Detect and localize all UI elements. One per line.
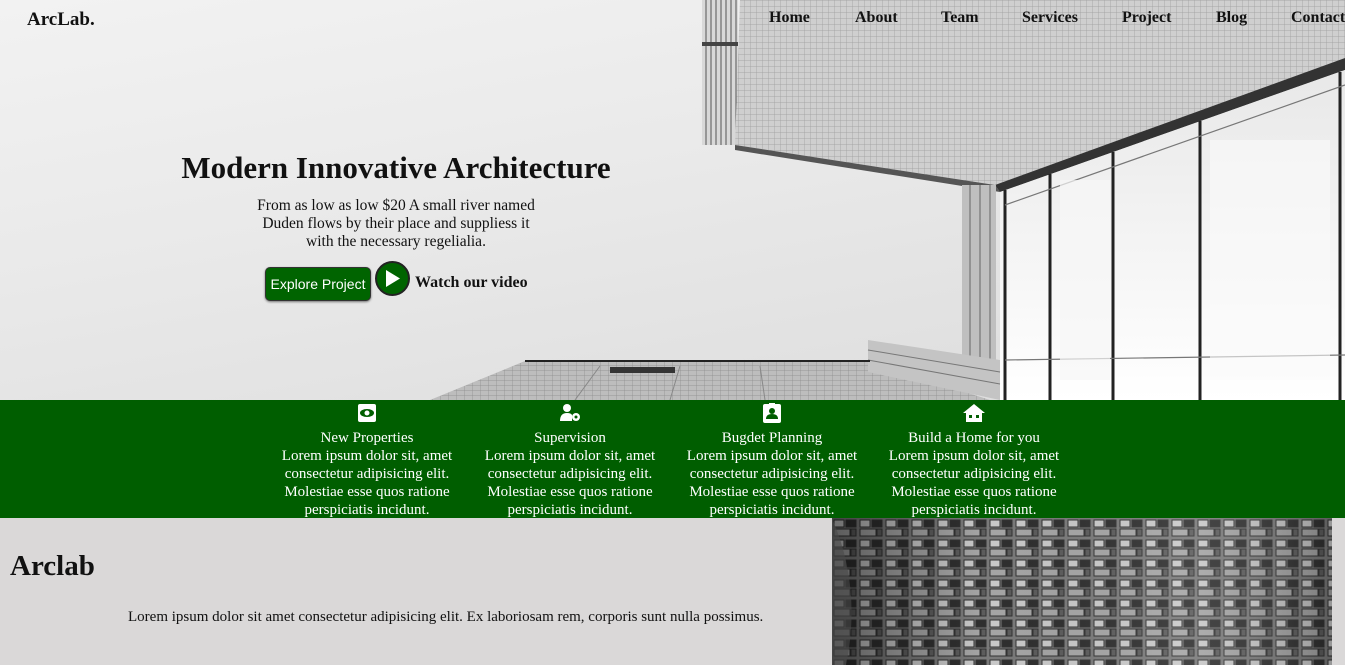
hero-description: From as low as low $20 A small river nam… [257,197,535,250]
nav-team[interactable]: Team [941,9,979,27]
hero-section: ArcLab. Home About Team Services Project… [0,0,1345,400]
play-icon [386,270,400,287]
services-band: New Properties Lorem ipsum dolor sit, am… [0,400,1345,518]
about-text: Lorem ipsum dolor sit amet consectetur a… [128,609,764,625]
nav-services[interactable]: Services [1022,9,1078,27]
service-budget-planning: Bugdet Planning Lorem ipsum dolor sit, a… [677,400,867,519]
service-text: Lorem ipsum dolor sit, amet consectetur … [281,448,453,518]
eye-icon [358,404,376,422]
service-text: Lorem ipsum dolor sit, amet consectetur … [484,448,656,518]
id-badge-icon [763,403,781,423]
house-icon [963,404,985,422]
nav-about[interactable]: About [855,9,898,27]
about-building-image [832,518,1332,665]
service-new-properties: New Properties Lorem ipsum dolor sit, am… [272,400,462,519]
nav-home[interactable]: Home [769,9,810,27]
nav-contact[interactable]: Contact [1291,9,1345,27]
service-build-home: Build a Home for you Lorem ipsum dolor s… [879,400,1069,519]
hero-building-image [430,0,1345,400]
service-title: Supervision [534,430,606,446]
nav-blog[interactable]: Blog [1216,9,1247,27]
service-title: New Properties [320,430,414,446]
brand-logo[interactable]: ArcLab. [27,9,95,31]
service-text: Lorem ipsum dolor sit, amet consectetur … [686,448,858,518]
nav-project[interactable]: Project [1122,9,1171,27]
service-supervision: Supervision Lorem ipsum dolor sit, amet … [475,400,665,519]
user-gear-icon [560,404,580,421]
watch-video-link[interactable]: Watch our video [415,274,528,292]
about-title: Arclab [10,550,95,582]
service-text: Lorem ipsum dolor sit, amet consectetur … [888,448,1060,518]
service-title: Bugdet Planning [721,430,823,446]
service-title: Build a Home for you [908,430,1040,446]
explore-project-button[interactable]: Explore Project [265,267,371,301]
play-video-button[interactable] [375,261,410,296]
hero-title: Modern Innovative Architecture [181,150,611,185]
